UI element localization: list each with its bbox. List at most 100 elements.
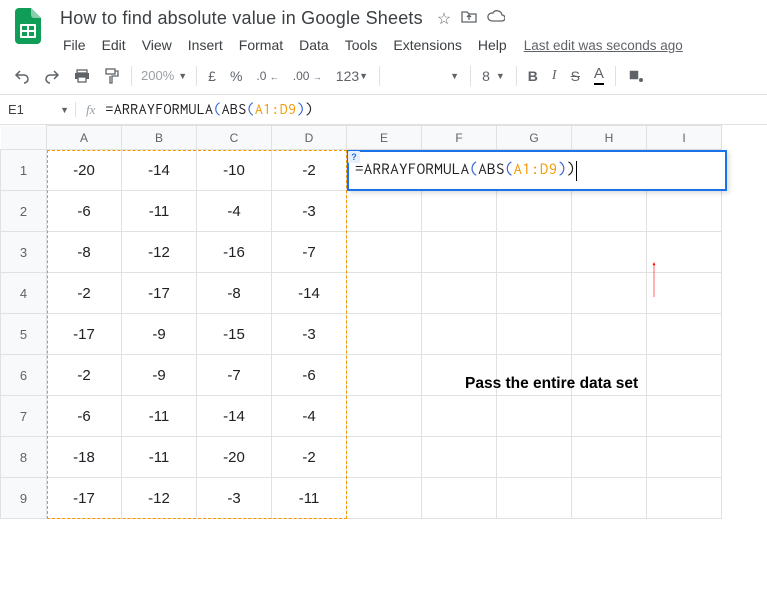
redo-button[interactable] [38, 62, 66, 90]
cell-G2[interactable] [497, 191, 572, 232]
cell-D4[interactable]: -14 [272, 273, 347, 314]
cloud-status-icon[interactable] [487, 9, 505, 29]
row-header-1[interactable]: 1 [1, 150, 47, 191]
move-icon[interactable] [461, 9, 477, 29]
cell-H5[interactable] [572, 314, 647, 355]
cell-H9[interactable] [572, 478, 647, 519]
cell-B8[interactable]: -11 [122, 437, 197, 478]
menu-format[interactable]: Format [232, 33, 290, 57]
cell-I8[interactable] [647, 437, 722, 478]
formula-bar-input[interactable]: =ARRAYFORMULA(ABS(A1:D9)) [105, 101, 313, 118]
cell-G3[interactable] [497, 232, 572, 273]
cell-F8[interactable] [422, 437, 497, 478]
cell-B6[interactable]: -9 [122, 355, 197, 396]
undo-button[interactable] [8, 62, 36, 90]
fill-color-button[interactable] [621, 62, 649, 90]
cell-A7[interactable]: -6 [47, 396, 122, 437]
cell-E6[interactable] [347, 355, 422, 396]
cell-A1[interactable]: -20 [47, 150, 122, 191]
cell-E8[interactable] [347, 437, 422, 478]
select-all-corner[interactable] [1, 126, 47, 150]
menu-tools[interactable]: Tools [338, 33, 385, 57]
font-size-select[interactable]: 8▼ [476, 68, 511, 84]
cell-D6[interactable]: -6 [272, 355, 347, 396]
cell-editor[interactable]: ? =ARRAYFORMULA(ABS(A1:D9)) [347, 150, 727, 191]
cell-C1[interactable]: -10 [197, 150, 272, 191]
cell-A3[interactable]: -8 [47, 232, 122, 273]
cell-H8[interactable] [572, 437, 647, 478]
sheets-logo[interactable] [8, 6, 48, 46]
cell-G8[interactable] [497, 437, 572, 478]
cell-F9[interactable] [422, 478, 497, 519]
cell-H7[interactable] [572, 396, 647, 437]
cell-I5[interactable] [647, 314, 722, 355]
cell-F3[interactable] [422, 232, 497, 273]
formula-help-icon[interactable]: ? [348, 151, 360, 163]
cell-F7[interactable] [422, 396, 497, 437]
italic-button[interactable]: I [546, 62, 563, 90]
cell-D2[interactable]: -3 [272, 191, 347, 232]
more-formats-button[interactable]: 123▼ [330, 62, 374, 90]
menu-view[interactable]: View [135, 33, 179, 57]
zoom-select[interactable]: 200%▼ [137, 68, 191, 83]
row-header-3[interactable]: 3 [1, 232, 47, 273]
spreadsheet-grid[interactable]: ABCDEFGHI1-20-14-10-22-6-11-4-33-8-12-16… [0, 125, 767, 519]
col-header-A[interactable]: A [47, 126, 122, 150]
cell-B5[interactable]: -9 [122, 314, 197, 355]
col-header-B[interactable]: B [122, 126, 197, 150]
col-header-I[interactable]: I [647, 126, 722, 150]
cell-H2[interactable] [572, 191, 647, 232]
cell-B1[interactable]: -14 [122, 150, 197, 191]
cell-E4[interactable] [347, 273, 422, 314]
cell-B3[interactable]: -12 [122, 232, 197, 273]
cell-G9[interactable] [497, 478, 572, 519]
row-header-9[interactable]: 9 [1, 478, 47, 519]
cell-I9[interactable] [647, 478, 722, 519]
col-header-D[interactable]: D [272, 126, 347, 150]
cell-A9[interactable]: -17 [47, 478, 122, 519]
cell-H3[interactable] [572, 232, 647, 273]
row-header-6[interactable]: 6 [1, 355, 47, 396]
bold-button[interactable]: B [522, 62, 544, 90]
menu-data[interactable]: Data [292, 33, 336, 57]
cell-D5[interactable]: -3 [272, 314, 347, 355]
cell-C4[interactable]: -8 [197, 273, 272, 314]
menu-file[interactable]: File [56, 33, 93, 57]
cell-C2[interactable]: -4 [197, 191, 272, 232]
cell-C3[interactable]: -16 [197, 232, 272, 273]
row-header-8[interactable]: 8 [1, 437, 47, 478]
cell-E5[interactable] [347, 314, 422, 355]
decrease-decimal-button[interactable]: .0 ← [250, 62, 284, 90]
cell-G7[interactable] [497, 396, 572, 437]
cell-F4[interactable] [422, 273, 497, 314]
cell-C5[interactable]: -15 [197, 314, 272, 355]
cell-I3[interactable] [647, 232, 722, 273]
text-color-button[interactable]: A [588, 62, 610, 90]
cell-G4[interactable] [497, 273, 572, 314]
print-button[interactable] [68, 62, 96, 90]
row-header-4[interactable]: 4 [1, 273, 47, 314]
cell-C6[interactable]: -7 [197, 355, 272, 396]
menu-insert[interactable]: Insert [181, 33, 230, 57]
menu-extensions[interactable]: Extensions [386, 33, 468, 57]
cell-I6[interactable] [647, 355, 722, 396]
cell-A2[interactable]: -6 [47, 191, 122, 232]
cell-B2[interactable]: -11 [122, 191, 197, 232]
cell-F2[interactable] [422, 191, 497, 232]
cell-G5[interactable] [497, 314, 572, 355]
col-header-H[interactable]: H [572, 126, 647, 150]
cell-C7[interactable]: -14 [197, 396, 272, 437]
cell-A5[interactable]: -17 [47, 314, 122, 355]
cell-E9[interactable] [347, 478, 422, 519]
paint-format-button[interactable] [98, 62, 126, 90]
percent-button[interactable]: % [224, 62, 248, 90]
cell-I2[interactable] [647, 191, 722, 232]
last-edit-link[interactable]: Last edit was seconds ago [524, 38, 683, 53]
cell-I4[interactable] [647, 273, 722, 314]
font-family-select[interactable]: ▼ [385, 71, 465, 81]
cell-A6[interactable]: -2 [47, 355, 122, 396]
col-header-E[interactable]: E [347, 126, 422, 150]
row-header-7[interactable]: 7 [1, 396, 47, 437]
cell-D7[interactable]: -4 [272, 396, 347, 437]
cell-A4[interactable]: -2 [47, 273, 122, 314]
